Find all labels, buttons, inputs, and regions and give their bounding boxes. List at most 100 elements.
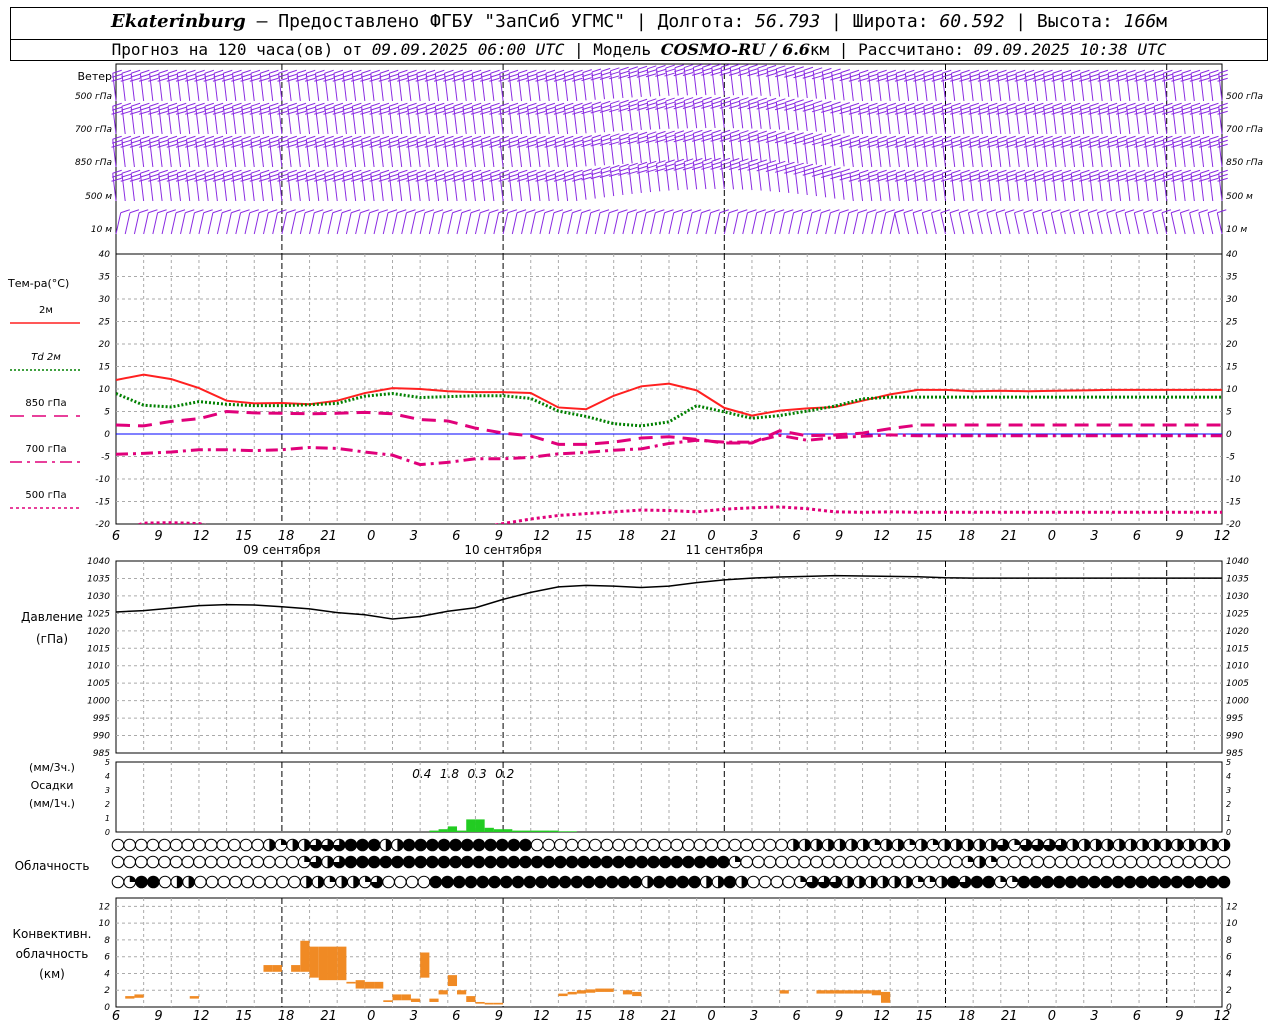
wind-barb-flag — [849, 139, 860, 144]
precip-bar — [558, 831, 568, 832]
cloud-symbol — [193, 855, 206, 869]
wind-barb-flag — [923, 106, 933, 111]
wind-barb-flag — [747, 162, 758, 167]
conv-ytick-left: 8 — [104, 936, 110, 946]
wind-barb-flag — [978, 169, 989, 174]
wind-barb-flag — [1143, 209, 1153, 214]
wind-barb-flag — [1061, 139, 1072, 144]
wind-barb-staff — [345, 212, 352, 235]
wind-barb-flag — [1025, 102, 1035, 107]
wind-barb-staff — [903, 212, 910, 235]
cloud-fill — [484, 839, 497, 851]
wind-barb-flag — [1198, 209, 1208, 214]
wind-barb-flag — [370, 73, 380, 78]
wind-barb-flag — [177, 69, 187, 74]
wind-barb-staff — [622, 212, 629, 235]
pressure-ytick-left: 995 — [93, 714, 110, 724]
wind-barb-staff — [262, 212, 269, 235]
wind-barb-flag — [480, 139, 491, 144]
wind-barb-flag — [628, 166, 638, 171]
wind-barb-flag — [1088, 106, 1099, 111]
wind-barb-flag — [563, 73, 574, 78]
wind-barb-flag — [259, 139, 270, 144]
wind-barb-staff — [530, 212, 536, 235]
wind-barb-flag — [582, 139, 592, 144]
wind-barb-staff — [1189, 212, 1195, 235]
cloud-fill — [365, 876, 371, 882]
wind-barb-flag — [259, 73, 270, 78]
wind-barb-flag — [627, 209, 637, 214]
wind-barb-flag — [130, 73, 141, 78]
wind-barb-flag — [1015, 69, 1026, 74]
cloud-symbol — [996, 855, 1010, 869]
wind-barb-flag — [905, 169, 915, 174]
conv-xtick: 6 — [792, 1009, 800, 1024]
wind-barb-flag — [1041, 209, 1052, 214]
wind-barb-flag — [674, 64, 685, 69]
wind-barb-flag — [720, 161, 731, 166]
wind-barb-flag — [775, 102, 786, 107]
pressure-ytick-left: 1025 — [87, 609, 110, 619]
wind-barb-flag — [1144, 173, 1155, 178]
wind-barb-flag — [932, 102, 943, 107]
cloud-fill — [554, 856, 567, 868]
wind-barb-flag — [222, 106, 233, 111]
precip-3h-label: 1.8 — [440, 767, 459, 781]
wind-barb-flag — [535, 139, 546, 144]
conv-ytick-left: 4 — [104, 969, 110, 979]
wind-barb-flag — [1061, 106, 1072, 111]
wind-barb-flag — [130, 106, 141, 111]
precip-ytick-left: 5 — [105, 758, 110, 767]
cloud-fill — [601, 856, 613, 868]
wind-barb-flag — [433, 209, 444, 214]
wind-barb-flag — [601, 67, 611, 72]
cloud-fill — [403, 839, 415, 851]
wind-barb-flag — [314, 209, 324, 214]
wind-barb-flag — [1180, 209, 1190, 214]
wind-barb-flag — [969, 106, 980, 111]
cloud-symbol — [274, 855, 288, 869]
cloud-row-lower — [111, 875, 1231, 889]
wind-barb-flag — [1034, 169, 1044, 174]
wind-barb-flag — [471, 173, 482, 178]
wind-barb-flag — [997, 102, 1007, 107]
wind-barb-flag — [1116, 139, 1127, 144]
wind-barb-flag — [1034, 102, 1044, 107]
wind-barb-flag — [1190, 73, 1201, 78]
wind-barb-flag — [748, 64, 758, 69]
wind-barb-staff — [1060, 212, 1066, 235]
wind-barb-flag — [591, 134, 602, 139]
temp-ytick-left: -5 — [101, 453, 110, 463]
cloud-fill — [636, 856, 648, 868]
cloud-fill — [1119, 839, 1125, 851]
wind-barb-flag — [1061, 173, 1072, 178]
cloud-symbol — [181, 855, 195, 869]
wind-barb-flag — [306, 135, 316, 140]
wind-barb-staff — [484, 212, 490, 235]
temp-xtick: 3 — [1090, 529, 1098, 544]
cloud-fill — [682, 856, 695, 868]
wind-barb-flag — [895, 106, 906, 111]
wind-barb-flag — [407, 69, 417, 74]
wind-barb-flag — [757, 64, 768, 69]
conv-ytick-left: 10 — [99, 919, 111, 929]
cloud-symbol — [782, 875, 795, 889]
wind-barb-flag — [776, 98, 786, 103]
wind-barb-flag — [701, 67, 712, 72]
cloud-fill — [1107, 839, 1114, 851]
wind-barb-flag — [942, 135, 952, 140]
conv-bar — [327, 946, 338, 981]
wind-barb-flag — [618, 167, 629, 172]
wind-barb-flag — [1163, 169, 1173, 174]
wind-barb-flag — [905, 69, 915, 74]
wind-barb-flag — [931, 209, 941, 214]
wind-barb-flag — [628, 66, 639, 71]
wind-barb-flag — [923, 169, 933, 174]
wind-barb-flag — [655, 164, 666, 169]
cloud-symbol — [775, 855, 788, 869]
wind-barb-staff — [631, 212, 638, 235]
wind-barb-flag — [1098, 135, 1109, 140]
wind-barb-flag — [241, 102, 251, 107]
wind-barb-flag — [1190, 139, 1201, 144]
wind-barb-flag — [121, 173, 132, 178]
